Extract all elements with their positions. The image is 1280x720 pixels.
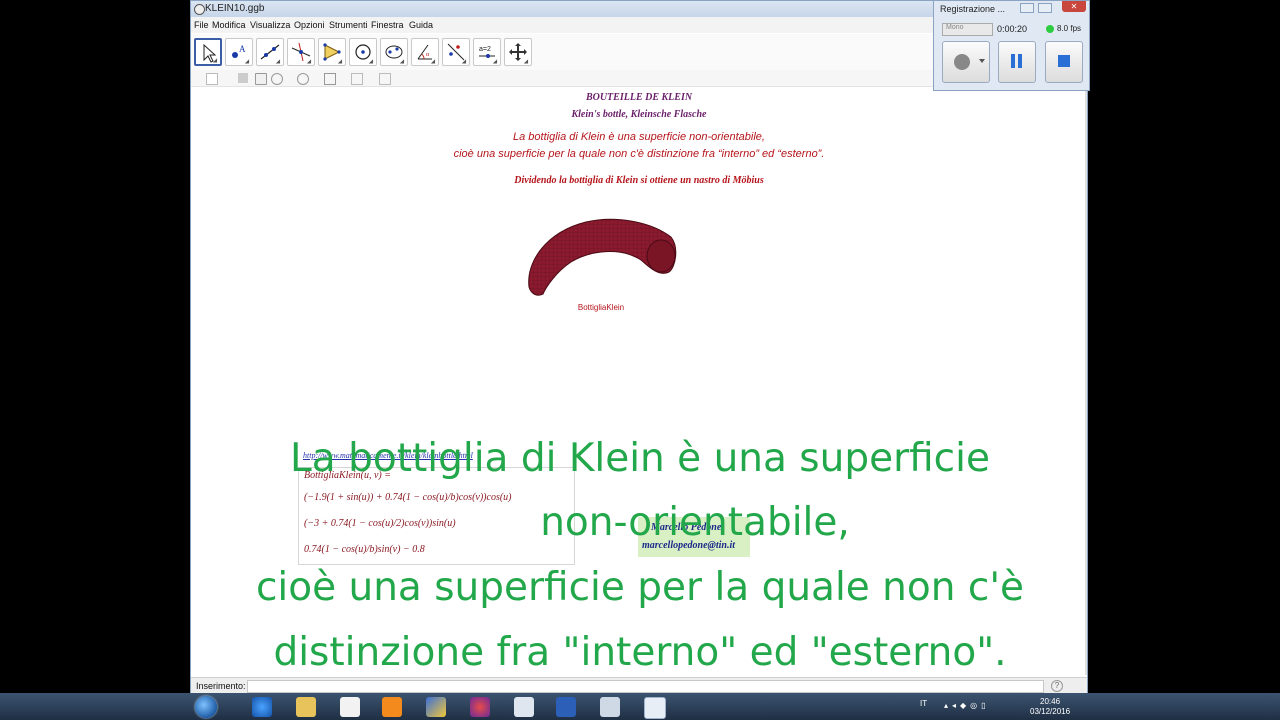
description-line-2: cioè una superficie per la quale non c'è… — [453, 148, 825, 160]
line-icon — [260, 44, 280, 60]
subtitle-line-2: non-orientabile, — [540, 500, 850, 545]
move-tool-button[interactable] — [194, 38, 222, 66]
angle-tool-button[interactable]: α — [411, 38, 439, 66]
word-icon[interactable] — [556, 697, 576, 717]
circle-icon — [355, 44, 371, 60]
settings-icon[interactable] — [351, 73, 363, 85]
mode-select[interactable]: Mono — [942, 23, 993, 36]
internet-explorer-icon[interactable] — [252, 697, 272, 717]
canvas-subtitle: Klein's bottle, Kleinsche Flasche — [571, 109, 707, 120]
line-tool-button[interactable] — [256, 38, 284, 66]
taskbar — [0, 693, 1280, 720]
reflect-icon — [447, 43, 465, 61]
description-line-3: Dividendo la bottiglia di Klein si ottie… — [514, 175, 764, 186]
slider-tool-button[interactable]: a=2 — [473, 38, 501, 66]
app-icon-6[interactable] — [470, 697, 490, 717]
language-indicator[interactable]: IT — [920, 699, 927, 708]
help-icon[interactable]: ? — [1051, 680, 1063, 692]
media-player-icon[interactable] — [382, 697, 402, 717]
elapsed-time: 0:00:20 — [997, 24, 1028, 34]
ellipse-icon — [385, 45, 403, 59]
menu-strumenti[interactable]: Strumenti — [329, 20, 368, 30]
layers-icon[interactable] — [324, 73, 336, 85]
pause-icon — [1011, 54, 1015, 68]
subtitle-line-3: cioè una superficie per la quale non c'è — [255, 565, 1025, 610]
point-tool-button[interactable]: A — [225, 38, 253, 66]
circle-tool-button[interactable] — [349, 38, 377, 66]
close-icon[interactable]: ✕ — [1062, 1, 1086, 12]
slider-label: a=2 — [479, 46, 491, 53]
svg-text:A: A — [239, 44, 246, 54]
recorder-window: Registrazione ... ✕ Mono 0:00:20 8.0 fps — [933, 0, 1090, 91]
record-button[interactable] — [942, 41, 990, 83]
graphics-toggle-icon[interactable] — [206, 73, 218, 85]
move-arrows-icon — [509, 43, 527, 61]
app-icon — [194, 4, 205, 15]
stop-button[interactable] — [1045, 41, 1083, 83]
input-bar-label: Inserimento: — [196, 681, 246, 691]
subtitle-line-1: La bottiglia di Klein è una superficie — [290, 436, 990, 481]
view-icon[interactable] — [379, 73, 391, 85]
perpendicular-tool-button[interactable] — [287, 38, 315, 66]
point-capture-icon[interactable] — [271, 73, 283, 85]
tray-icons[interactable]: ▴◂◆◎▯ — [944, 701, 1004, 713]
record-icon — [954, 54, 970, 70]
home-icon[interactable] — [255, 73, 267, 85]
menu-modifica[interactable]: Modifica — [212, 20, 246, 30]
subtitle-line-4: distinzione fra "interno" ed "esterno". — [273, 630, 1007, 675]
paint-icon[interactable] — [426, 697, 446, 717]
notepad-icon[interactable] — [514, 697, 534, 717]
menu-finestra[interactable]: Finestra — [371, 20, 404, 30]
description-line-1: La bottiglia di Klein è una superficie n… — [513, 131, 765, 143]
fps-readout: 8.0 fps — [1057, 24, 1082, 33]
menu-guida[interactable]: Guida — [409, 20, 433, 30]
recorder-taskbar-icon[interactable] — [644, 697, 666, 719]
formula-line-3: 0.74(1 − cos(u)/b)sin(v) − 0.8 — [304, 544, 425, 555]
window-title: KLEIN10.ggb — [205, 3, 265, 14]
menu-file[interactable]: File — [194, 20, 209, 30]
point-icon: A — [232, 44, 246, 58]
svg-text:α: α — [426, 52, 430, 58]
reflect-tool-button[interactable] — [442, 38, 470, 66]
grid-toggle-icon[interactable] — [238, 73, 248, 83]
chevron-down-icon — [979, 59, 985, 63]
canvas-title: BOUTEILLE DE KLEIN — [585, 92, 693, 103]
calculator-icon[interactable] — [340, 697, 360, 717]
status-indicator-icon — [1046, 25, 1054, 33]
file-explorer-icon[interactable] — [296, 697, 316, 717]
polygon-icon — [323, 43, 341, 61]
menu-opzioni[interactable]: Opzioni — [294, 20, 325, 30]
maximize-icon[interactable] — [1038, 3, 1052, 13]
move-view-tool-button[interactable] — [504, 38, 532, 66]
polygon-tool-button[interactable] — [318, 38, 346, 66]
clock-date: 03/12/2016 — [1030, 707, 1071, 716]
input-field[interactable] — [247, 680, 1044, 693]
object-label: BottigliaKlein — [577, 303, 625, 312]
clock[interactable]: 20:46 03/12/2016 — [1030, 697, 1070, 717]
undo-history-icon[interactable] — [297, 73, 309, 85]
klein-bottle-surface[interactable] — [521, 212, 681, 302]
geogebra-taskbar-icon[interactable] — [600, 697, 620, 717]
perpendicular-icon — [291, 42, 311, 62]
menu-visualizza[interactable]: Visualizza — [250, 20, 290, 30]
stop-icon — [1058, 55, 1070, 67]
clock-time: 20:46 — [1040, 697, 1061, 706]
conic-tool-button[interactable] — [380, 38, 408, 66]
recorder-title: Registrazione ... — [940, 4, 1006, 14]
angle-icon: α — [417, 44, 432, 60]
slider-icon: a=2 — [479, 46, 495, 58]
pause-button[interactable] — [998, 41, 1036, 83]
start-button[interactable] — [195, 696, 217, 718]
input-bar: Inserimento: ? — [191, 677, 1087, 694]
minimize-icon[interactable] — [1020, 3, 1034, 13]
